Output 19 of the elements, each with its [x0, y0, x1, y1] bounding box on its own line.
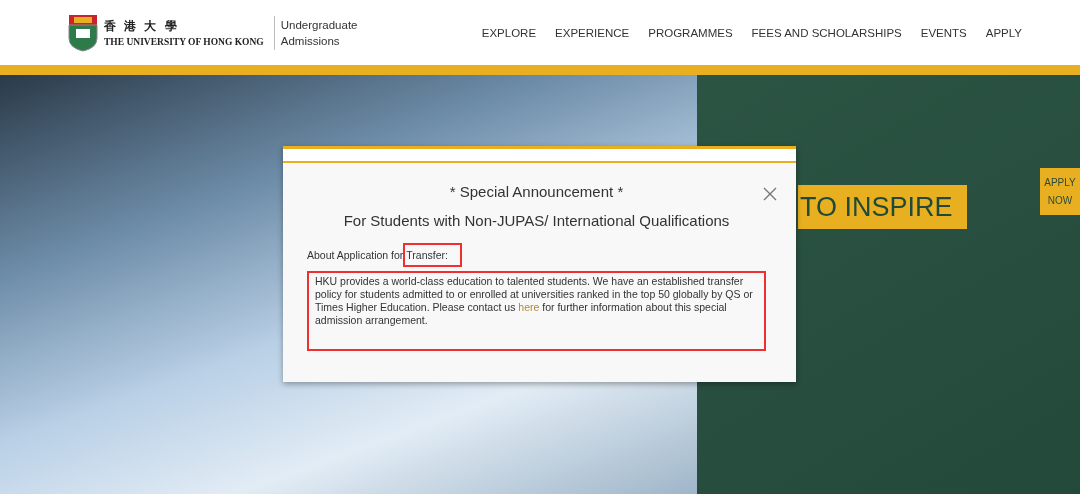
university-name-chinese: 香 港 大 學: [104, 18, 180, 35]
hero-banner: TO INSPIRE: [798, 185, 967, 229]
section-topic: Transfer:: [403, 243, 462, 267]
nav-link[interactable]: PROGRAMMES: [648, 26, 733, 39]
site-title: Admissions: [280, 33, 341, 49]
nav-link[interactable]: EXPLORE: [481, 26, 537, 39]
nav-link[interactable]: FEES AND SCHOLARSHIPS: [751, 26, 902, 39]
university-crest-icon: [68, 13, 98, 52]
section-label: About Application for: [307, 249, 404, 261]
site-title: Undergraduate: [280, 17, 358, 33]
apply-now-button[interactable]: APPLY NOW: [1040, 168, 1080, 215]
nav-link[interactable]: EVENTS: [920, 26, 967, 39]
nav-link[interactable]: EXPERIENCE: [555, 26, 630, 39]
close-button[interactable]: [762, 186, 778, 202]
announcement-paragraph: HKU provides a world-class education to talented students. We have an established transfer policy for students admitted to or enrolled at universities ranked in the top 50 globally by QS or Times Higher Education. Please contact us here for further information about this special admission arrangement.: [307, 271, 766, 351]
dialog-subtitle: For Students with Non-JUPAS/ International Qualifications: [342, 212, 731, 229]
dialog-title: * Special Announcement *: [448, 183, 625, 200]
university-name-english: THE UNIVERSITY OF HONG KONG: [104, 37, 264, 47]
nav-link[interactable]: APPLY: [985, 26, 1022, 39]
